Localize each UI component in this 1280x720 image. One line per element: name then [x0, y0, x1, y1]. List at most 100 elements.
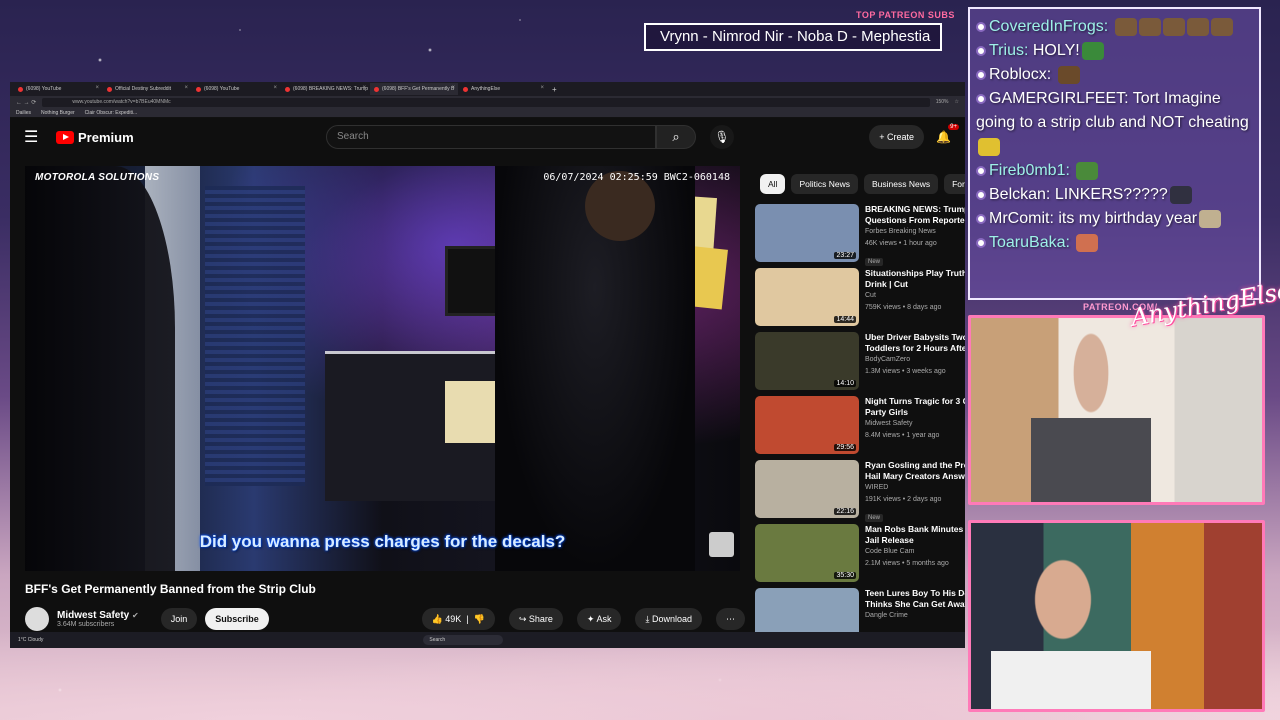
video-title[interactable]: Uber Driver Babysits Two Toddlers for 2 H…	[865, 332, 965, 354]
video-thumbnail[interactable]: 29:56	[755, 396, 859, 454]
menu-icon[interactable]: ☰	[24, 127, 56, 147]
microphone-icon[interactable]: 🎙	[710, 125, 734, 149]
more-options-icon[interactable]: ⋯	[716, 608, 745, 630]
video-duration: 22:16	[834, 508, 856, 515]
tab-favicon-icon	[463, 86, 468, 92]
browser-tab[interactable]: (6098) BREAKING NEWS: Trump ×	[281, 83, 369, 95]
dislike-icon[interactable]: 👎	[474, 614, 485, 624]
new-tab-icon[interactable]: +	[548, 85, 557, 94]
close-icon[interactable]: ×	[273, 85, 277, 91]
close-icon[interactable]: ×	[451, 85, 455, 91]
recommended-video[interactable]: 22:16 Ryan Gosling and the Proj Hail Mary …	[755, 460, 965, 524]
chip-for-you[interactable]: For y	[944, 174, 965, 194]
tab-favicon-icon	[107, 86, 112, 92]
youtube-logo[interactable]: Premium	[56, 130, 326, 145]
chip-business-news[interactable]: Business News	[864, 174, 939, 194]
video-title[interactable]: Night Turns Tragic for 3 C Party Girls	[865, 396, 965, 418]
channel-name[interactable]: Dangle Crime	[865, 610, 965, 622]
ask-label: Ask	[596, 614, 612, 624]
bookmark-item[interactable]: Clair Obscur: Expediti...	[85, 110, 138, 116]
close-icon[interactable]: ×	[184, 85, 188, 91]
bodycam-watermark: MOTOROLA SOLUTIONS	[35, 172, 160, 183]
browser-tab[interactable]: (6098) YouTube ×	[192, 83, 280, 95]
zoom-badge[interactable]: 150%	[936, 99, 949, 105]
video-stats: 2.1M views • 5 months ago	[865, 560, 949, 567]
chat-message: Roblocx:	[976, 63, 1253, 87]
chat-emote-icon	[1162, 17, 1185, 36]
tab-favicon-icon	[285, 86, 290, 92]
search-icon[interactable]: ⌕	[656, 125, 696, 149]
browser-tab[interactable]: AnythingElse ×	[459, 83, 547, 95]
video-title-line: Night Turns Tragic for 3 C	[865, 396, 965, 406]
browser-tab[interactable]: Official Destiny Subreddit ×	[103, 83, 191, 95]
browser-tab[interactable]: (6098) BFF's Get Permanently B ×	[370, 83, 458, 95]
channel-name[interactable]: Midwest Safety	[865, 418, 965, 430]
logo-text: Premium	[78, 129, 134, 145]
recommended-video[interactable]: 14:44 Situationships Play Truth o Drink | …	[755, 268, 965, 332]
channel-name[interactable]: Forbes Breaking News	[865, 226, 965, 238]
chip-politics-news[interactable]: Politics News	[791, 174, 858, 194]
channel-name[interactable]: Code Blue Cam	[865, 546, 965, 558]
bookmark-star-icon[interactable]: ☆	[955, 99, 959, 105]
recommended-video[interactable]: 14:10 Uber Driver Babysits Two Toddlers fo…	[755, 332, 965, 396]
video-thumbnail[interactable]: 14:44	[755, 268, 859, 326]
video-meta: Situationships Play Truth o Drink | Cut Cu…	[859, 268, 965, 332]
ask-button[interactable]: ✦ Ask	[576, 608, 622, 630]
chat-text: HOLY!	[1032, 42, 1080, 59]
video-title[interactable]: Ryan Gosling and the Proj Hail Mary Creat…	[865, 460, 965, 482]
chat-username: Belckan:	[989, 186, 1051, 203]
chat-username: Roblocx:	[989, 66, 1052, 83]
video-thumbnail[interactable]: 35:30	[755, 524, 859, 582]
recommended-video[interactable]: 35:30 Man Robs Bank Minutes A Jail Release…	[755, 524, 965, 588]
channel-name-text[interactable]: Midwest Safety	[57, 610, 129, 621]
tab-label: (6098) YouTube	[26, 86, 62, 92]
tab-favicon-icon	[196, 86, 201, 92]
video-title[interactable]: Man Robs Bank Minutes A Jail Release	[865, 524, 965, 546]
back-forward-icon[interactable]: ← → ⟳	[16, 99, 36, 106]
join-button[interactable]: Join	[160, 608, 198, 630]
video-title[interactable]: Teen Lures Boy To His De Thinks She Can G…	[865, 588, 965, 610]
browser-tab[interactable]: (6098) YouTube ×	[14, 83, 102, 95]
share-button[interactable]: ↪ Share	[508, 608, 563, 630]
windows-taskbar: 1°C Cloudy Search	[10, 632, 965, 648]
chip-all[interactable]: All	[760, 174, 786, 194]
channel-name[interactable]: Cut	[865, 290, 965, 302]
video-player[interactable]: MOTOROLA SOLUTIONS 06/07/2024 02:25:59 B…	[25, 166, 740, 571]
chat-message: Fireb0mb1:	[976, 159, 1253, 183]
video-title-line: Questions From Reporters	[865, 215, 965, 225]
channel-name[interactable]: Midwest Safety ✔	[57, 610, 139, 621]
bookmark-item[interactable]: Dailies	[16, 110, 31, 116]
notifications-icon[interactable]: 🔔 9+	[936, 124, 959, 144]
video-title-line: Ryan Gosling and the Proj	[865, 460, 965, 470]
video-thumbnail[interactable]: 23:27	[755, 204, 859, 262]
video-title[interactable]: BREAKING NEWS: Trump Questions From Repor…	[865, 204, 965, 226]
subscribe-button[interactable]: Subscribe	[205, 608, 269, 630]
video-meta: BREAKING NEWS: Trump Questions From Repor…	[859, 204, 965, 268]
video-thumbnail[interactable]: 22:16	[755, 460, 859, 518]
search-input[interactable]: Search	[326, 125, 656, 149]
channel-name[interactable]: WIRED	[865, 482, 965, 494]
recommended-video[interactable]: 29:56 Night Turns Tragic for 3 C Party Gir…	[755, 396, 965, 460]
channel-name[interactable]: BodyCamZero	[865, 354, 965, 366]
chat-emote-icon	[1186, 17, 1209, 36]
taskbar-search[interactable]: Search	[423, 635, 504, 645]
channel-avatar[interactable]	[25, 607, 49, 631]
like-button[interactable]: 👍 49K | 👎	[421, 608, 495, 630]
video-title-line: Teen Lures Boy To His De	[865, 588, 965, 598]
youtube-header: ☰ Premium Search ⌕ 🎙 + Create 🔔 9+	[10, 118, 965, 156]
weather-widget[interactable]: 1°C Cloudy	[18, 637, 43, 643]
chat-badge-icon	[976, 213, 986, 224]
tab-label: Official Destiny Subreddit	[115, 86, 172, 92]
recommended-video[interactable]: 23:27 BREAKING NEWS: Trump Questions From …	[755, 204, 965, 268]
download-button[interactable]: ⤓ Download	[635, 608, 702, 630]
url-field[interactable]: www.youtube.com/watch?v=b7BEu40MNMc	[42, 97, 930, 107]
close-icon[interactable]: ×	[540, 85, 544, 91]
close-icon[interactable]: ×	[362, 85, 366, 91]
video-title[interactable]: Situationships Play Truth o Drink | Cut	[865, 268, 965, 290]
video-title-line: Uber Driver Babysits Two	[865, 332, 965, 342]
create-button[interactable]: + Create	[869, 125, 925, 149]
close-icon[interactable]: ×	[95, 85, 99, 91]
video-thumbnail[interactable]: 14:10	[755, 332, 859, 390]
chat-badge-icon	[976, 69, 986, 80]
bookmark-item[interactable]: Nothing Burger	[41, 110, 75, 116]
